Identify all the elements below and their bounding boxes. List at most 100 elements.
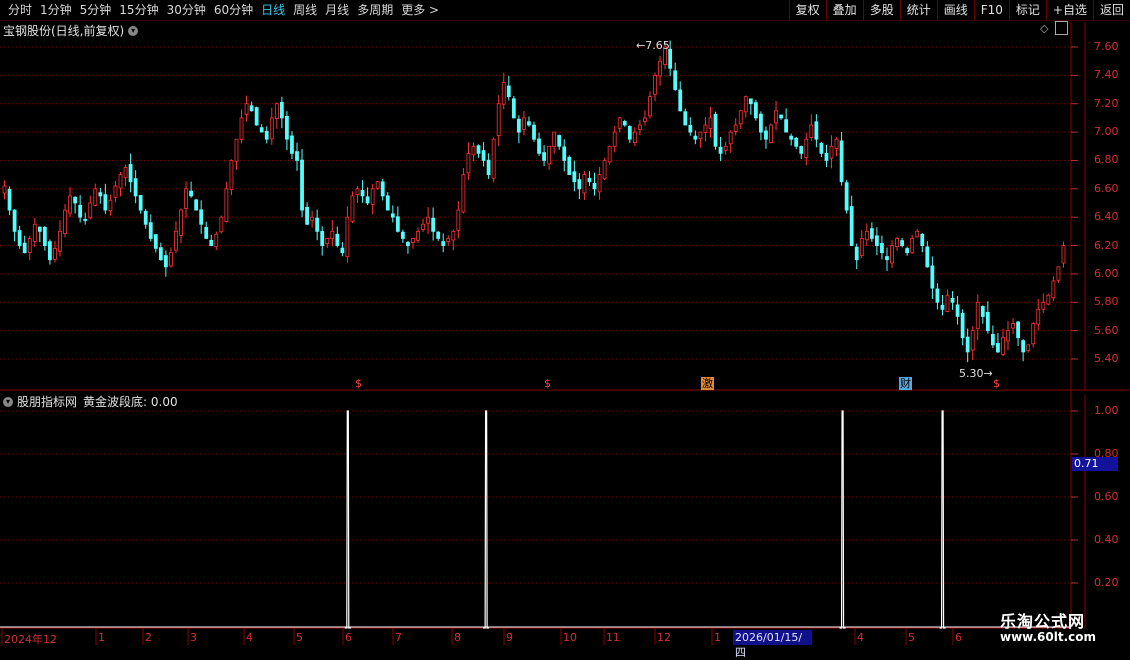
candle-body	[516, 118, 521, 133]
candle-body	[385, 195, 390, 211]
candle-body	[58, 230, 62, 252]
chevron-down-icon[interactable]: ▾	[128, 25, 139, 36]
window-restore-icon[interactable]	[1055, 21, 1068, 35]
candle-body	[169, 252, 173, 267]
toolbar-button-3[interactable]: 统计	[899, 0, 937, 20]
period-tab-7[interactable]: 周线	[289, 0, 321, 20]
candle-body	[53, 247, 57, 260]
candle-body	[63, 209, 67, 235]
candle-body	[37, 226, 42, 232]
candle-body	[814, 121, 819, 140]
candle-body	[1056, 266, 1061, 281]
period-tab-6[interactable]: 日线	[257, 0, 289, 20]
candle-body	[320, 230, 325, 246]
candle-body	[869, 228, 874, 239]
period-tab-1[interactable]: 1分钟	[36, 0, 76, 20]
period-tab-9[interactable]: 多周期	[353, 0, 397, 20]
candle-body	[27, 238, 32, 254]
candle-body	[466, 152, 471, 174]
toolbar-button-2[interactable]: 多股	[862, 0, 900, 20]
candle-body	[365, 196, 370, 204]
stock-title[interactable]: 宝钢股份(日线,前复权)	[3, 22, 124, 39]
candle-body	[920, 233, 925, 246]
candle-body	[441, 241, 446, 246]
candle-body	[189, 190, 193, 197]
candle-body	[784, 119, 789, 133]
diamond-icon[interactable]: ◇	[1040, 22, 1048, 35]
period-tab-2[interactable]: 5分钟	[76, 0, 116, 20]
candle-body	[103, 194, 108, 211]
indicator-site[interactable]: 股朋指标网	[17, 393, 77, 410]
candle-body	[834, 138, 839, 149]
candle-body	[723, 145, 728, 151]
period-tab-4[interactable]: 30分钟	[163, 0, 210, 20]
toolbar-button-6[interactable]: 标记	[1008, 0, 1046, 20]
candle-body	[753, 102, 758, 119]
candle-body	[1041, 301, 1046, 310]
time-tick-15: 5	[908, 631, 915, 644]
candle-body	[945, 294, 950, 312]
candle-body	[163, 255, 168, 268]
candle-body	[239, 117, 244, 140]
candle-body	[511, 98, 516, 119]
period-tab-8[interactable]: 月线	[321, 0, 353, 20]
candle-body	[199, 209, 204, 225]
candle-body	[748, 98, 753, 105]
period-tab-5[interactable]: 60分钟	[210, 0, 257, 20]
candle-body	[456, 209, 461, 231]
candle-body	[1061, 245, 1066, 264]
candle-body	[7, 188, 12, 211]
candle-body	[355, 188, 360, 195]
candle-body	[390, 213, 395, 218]
candle-body	[451, 230, 456, 241]
toolbar-button-7[interactable]: +自选	[1045, 0, 1093, 20]
chart-canvas	[0, 22, 1130, 645]
candle-body	[577, 179, 582, 190]
candle-body	[673, 70, 678, 90]
candle-body	[98, 192, 103, 197]
candle-body	[1001, 337, 1005, 355]
candle-body	[643, 117, 647, 123]
candle-body	[78, 204, 83, 218]
event-marker-1[interactable]: $	[543, 377, 552, 390]
candle-body	[360, 190, 365, 197]
candle-body	[264, 130, 269, 140]
signal-spike-2	[839, 410, 846, 629]
toolbar-button-5[interactable]: F10	[973, 0, 1009, 20]
toolbar-button-1[interactable]: 叠加	[825, 0, 863, 20]
high-price-label: ←7.65	[636, 39, 670, 52]
candle-body	[244, 103, 249, 115]
candle-body	[950, 297, 955, 303]
time-tick-8: 8	[454, 631, 461, 644]
candle-body	[214, 233, 219, 248]
candle-body	[143, 210, 148, 225]
candle-body	[350, 195, 355, 222]
chevron-down-icon[interactable]: ▾	[3, 396, 13, 407]
candle-body	[693, 135, 698, 140]
event-marker-3[interactable]: 财	[899, 377, 912, 390]
candle-body	[496, 103, 501, 136]
toolbar-button-8[interactable]: 返回	[1092, 0, 1130, 20]
candle-body	[123, 167, 128, 179]
candle-body	[915, 230, 920, 238]
candle-body	[32, 223, 37, 242]
candle-body	[133, 178, 138, 197]
period-tabs: 分时 1分钟 5分钟 15分钟 30分钟 60分钟 日线 周线 月线 多周期 更多 >	[4, 0, 443, 20]
event-marker-0[interactable]: $	[354, 377, 363, 390]
event-marker-2[interactable]: 激	[701, 377, 714, 390]
candle-body	[759, 113, 763, 133]
toolbar-button-4[interactable]: 画线	[936, 0, 974, 20]
period-tab-0[interactable]: 分时	[4, 0, 36, 20]
candle-body	[996, 343, 1000, 353]
event-marker-4[interactable]: $	[992, 377, 1001, 390]
price-tick-4: 6.80	[1094, 153, 1119, 167]
time-tick-7: 7	[395, 631, 402, 644]
toolbar-button-0[interactable]: 复权	[788, 0, 826, 20]
candle-body	[557, 135, 562, 147]
candle-body	[88, 202, 93, 219]
period-tab-3[interactable]: 15分钟	[115, 0, 162, 20]
candle-body	[411, 238, 415, 243]
candle-body	[68, 195, 72, 214]
period-tab-10[interactable]: 更多 >	[397, 0, 443, 20]
candle-body	[547, 145, 552, 165]
